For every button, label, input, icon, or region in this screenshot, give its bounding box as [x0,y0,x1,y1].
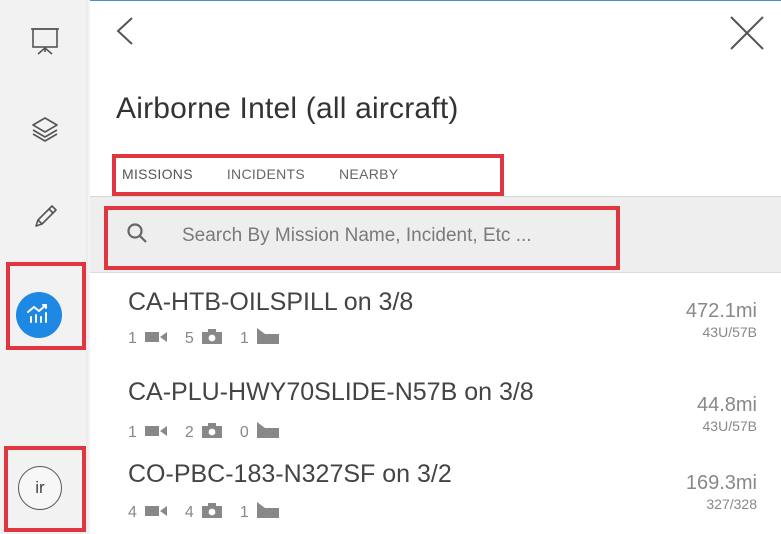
close-icon [728,16,766,56]
video-camera-icon [144,424,167,442]
list-item[interactable]: CO-PBC-183-N327SF on 3/2 4 4 1 169.3mi 3… [90,452,781,534]
mission-stats: 1 2 0 [128,422,297,443]
camera-icon [201,502,222,523]
tab-bar: MISSIONS INCIDENTS NEARBY [122,164,432,198]
mission-ratio: 43U/57B [702,418,757,434]
video-camera-icon [144,504,167,522]
sidebar: ir [0,0,90,534]
mission-ratio: 43U/57B [702,324,757,340]
report-folder-icon [256,502,279,523]
video-count: 4 [128,503,137,521]
photo-count: 4 [184,503,194,521]
sidebar-item-layers[interactable] [14,98,76,160]
video-camera-icon [144,330,167,348]
sidebar-item-analytics[interactable] [16,292,62,338]
list-item[interactable]: CA-PLU-HWY70SLIDE-N57B on 3/8 1 2 0 44.8… [90,370,781,452]
report-folder-icon [256,328,279,349]
mission-distance: 169.3mi [685,472,757,494]
pencil-icon [30,202,60,232]
mission-stats: 1 5 1 [128,328,297,349]
tab-nearby[interactable]: NEARBY [339,164,398,194]
sidebar-item-presentation[interactable] [14,10,76,72]
presentation-board-icon [30,26,60,56]
report-count: 1 [239,329,249,347]
mission-name: CO-PBC-183-N327SF on 3/2 [128,460,452,488]
avatar-initials: ir [35,478,45,497]
tab-incidents[interactable]: INCIDENTS [227,164,305,194]
camera-icon [201,422,222,443]
tab-missions[interactable]: MISSIONS [122,164,193,194]
mission-stats: 4 4 1 [128,502,297,523]
report-folder-icon [256,422,279,443]
search-input[interactable] [182,220,612,252]
list-item[interactable]: CA-HTB-OILSPILL on 3/8 1 5 1 472.1mi 43U… [90,280,781,362]
avatar[interactable]: ir [18,466,62,510]
close-button[interactable] [728,14,766,52]
mission-distance: 472.1mi [685,300,757,322]
mission-ratio: 327/328 [706,496,757,512]
report-count: 1 [239,503,249,521]
search-icon [126,222,148,244]
chevron-left-icon [112,17,138,52]
video-count: 1 [128,423,137,441]
analytics-chart-icon [26,302,52,329]
back-button[interactable] [112,14,138,48]
mission-distance: 44.8mi [696,394,757,416]
page-title: Airborne Intel (all aircraft) [116,92,459,125]
layers-icon [30,114,60,144]
report-count: 0 [239,423,249,441]
sidebar-item-draw[interactable] [14,186,76,248]
mission-name: CA-PLU-HWY70SLIDE-N57B on 3/8 [128,378,534,406]
camera-icon [201,328,222,349]
photo-count: 5 [184,329,194,347]
photo-count: 2 [184,423,194,441]
mission-name: CA-HTB-OILSPILL on 3/8 [128,288,414,316]
video-count: 1 [128,329,137,347]
